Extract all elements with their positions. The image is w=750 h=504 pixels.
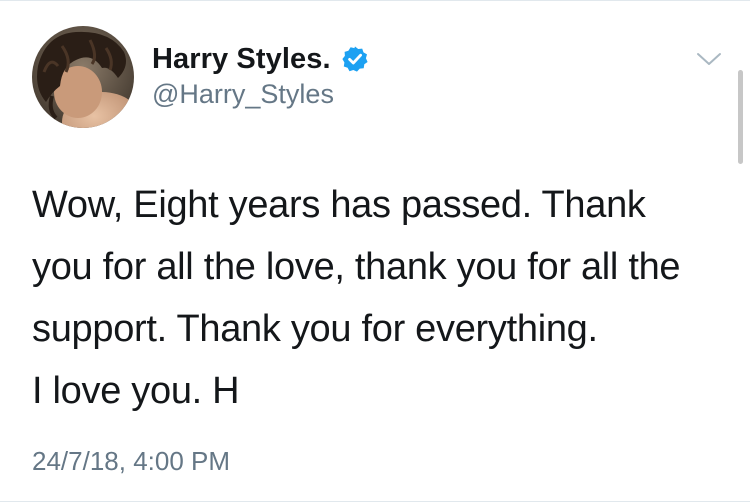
tweet-text-line: support. Thank you for everything. bbox=[32, 308, 598, 350]
tweet-text-line: I love you. H bbox=[32, 370, 240, 412]
chevron-down-icon[interactable] bbox=[696, 50, 722, 68]
author-handle[interactable]: @Harry_Styles bbox=[152, 79, 334, 110]
profile-photo-icon bbox=[32, 26, 134, 128]
tweet-text-line: Wow, Eight years has passed. Thank bbox=[32, 184, 646, 226]
scrollbar[interactable] bbox=[738, 70, 743, 164]
tweet-text: Wow, Eight years has passed. Thank you f… bbox=[32, 174, 732, 422]
verified-badge-icon bbox=[341, 45, 369, 73]
author-row[interactable]: Harry Styles. bbox=[152, 42, 369, 76]
avatar[interactable] bbox=[32, 26, 134, 128]
bottom-divider bbox=[0, 501, 750, 502]
top-divider bbox=[0, 0, 750, 1]
tweet-text-line: you for all the love, thank you for all … bbox=[32, 246, 681, 288]
tweet-card: Harry Styles. @Harry_Styles Wow, Eight y… bbox=[0, 0, 750, 504]
tweet-timestamp[interactable]: 24/7/18, 4:00 PM bbox=[32, 446, 230, 477]
display-name[interactable]: Harry Styles. bbox=[152, 43, 331, 76]
